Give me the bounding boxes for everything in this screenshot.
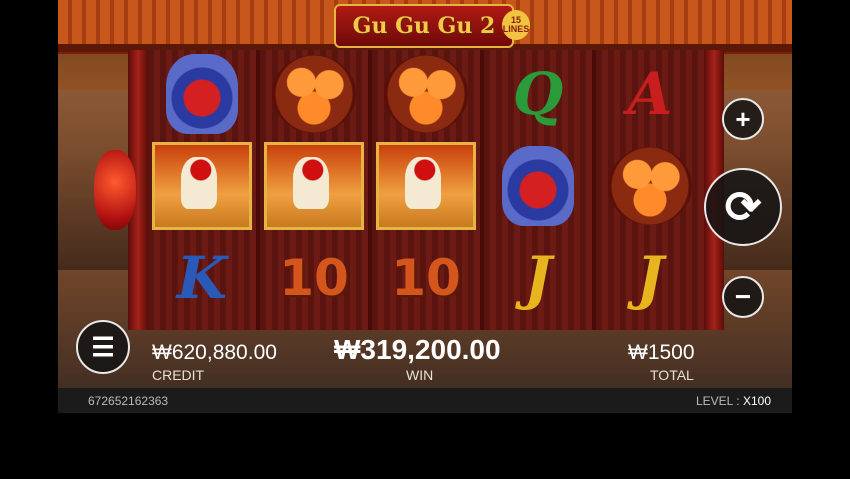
rooster-icon <box>264 142 364 230</box>
reel-4: QJ <box>484 50 592 330</box>
rooster-symbol <box>264 142 364 230</box>
lines-word: LINES <box>502 24 530 34</box>
vase-icon <box>166 54 238 134</box>
round-id: 672652162363 <box>88 394 169 408</box>
lines-badge: 15 LINES <box>502 10 530 40</box>
card-symbol-10: 10 <box>376 234 476 322</box>
win-value: ₩319,200.00 <box>334 334 501 365</box>
plus-icon[interactable]: + <box>722 98 764 140</box>
footer-bar: 672652162363 LEVEL : X100 <box>58 388 792 413</box>
persimmon-icon <box>608 147 692 225</box>
reel-5: AJ <box>596 50 704 330</box>
symbol-text: A <box>627 60 673 128</box>
hamburger-menu-icon[interactable]: ☰ <box>76 320 130 374</box>
symbol-text: 10 <box>391 249 461 307</box>
game-title: Gu Gu Gu 2 <box>352 13 496 39</box>
game-canvas: Gu Gu Gu 2 15 LINES K 10 10 Q J A J ☰ ₩620,880… <box>58 0 792 413</box>
persimmon-symbol <box>600 142 700 230</box>
win-label: WIN <box>406 367 434 383</box>
card-symbol-k: K <box>152 234 252 322</box>
rooster-symbol <box>376 142 476 230</box>
persimmon-icon <box>272 55 356 133</box>
lantern-left <box>94 150 136 230</box>
symbol-text: K <box>176 244 228 312</box>
refresh-icon[interactable]: ⟳ <box>704 168 782 246</box>
credit-label: CREDIT <box>152 367 205 383</box>
symbol-text: J <box>636 244 664 312</box>
card-symbol-a: A <box>600 50 700 138</box>
reel-1: K <box>148 50 256 330</box>
card-symbol-q: Q <box>488 50 588 138</box>
card-symbol-j: J <box>600 234 700 322</box>
reel-grid: K 10 10 Q J A J <box>148 50 704 330</box>
rooster-icon <box>152 142 252 230</box>
rooster-icon <box>376 142 476 230</box>
reel-3: 10 <box>372 50 480 330</box>
symbol-text: J <box>524 244 552 312</box>
vase-symbol <box>488 142 588 230</box>
level-label: LEVEL : <box>696 394 740 408</box>
game-logo: Gu Gu Gu 2 <box>334 4 514 48</box>
symbol-text: Q <box>512 60 564 128</box>
rooster-symbol <box>152 142 252 230</box>
reel-2: 10 <box>260 50 368 330</box>
total-bet-label: TOTAL <box>650 367 694 383</box>
card-symbol-10: 10 <box>264 234 364 322</box>
vase-symbol <box>152 50 252 138</box>
credit-value: ₩620,880.00 <box>152 341 277 364</box>
vase-icon <box>502 146 574 226</box>
persimmon-symbol <box>264 50 364 138</box>
level-value: X100 <box>743 394 772 408</box>
total-bet-value: ₩1500 <box>628 341 695 364</box>
card-symbol-j: J <box>488 234 588 322</box>
symbol-text: 10 <box>279 249 349 307</box>
persimmon-symbol <box>376 50 476 138</box>
persimmon-icon <box>384 55 468 133</box>
minus-icon[interactable]: − <box>722 276 764 318</box>
